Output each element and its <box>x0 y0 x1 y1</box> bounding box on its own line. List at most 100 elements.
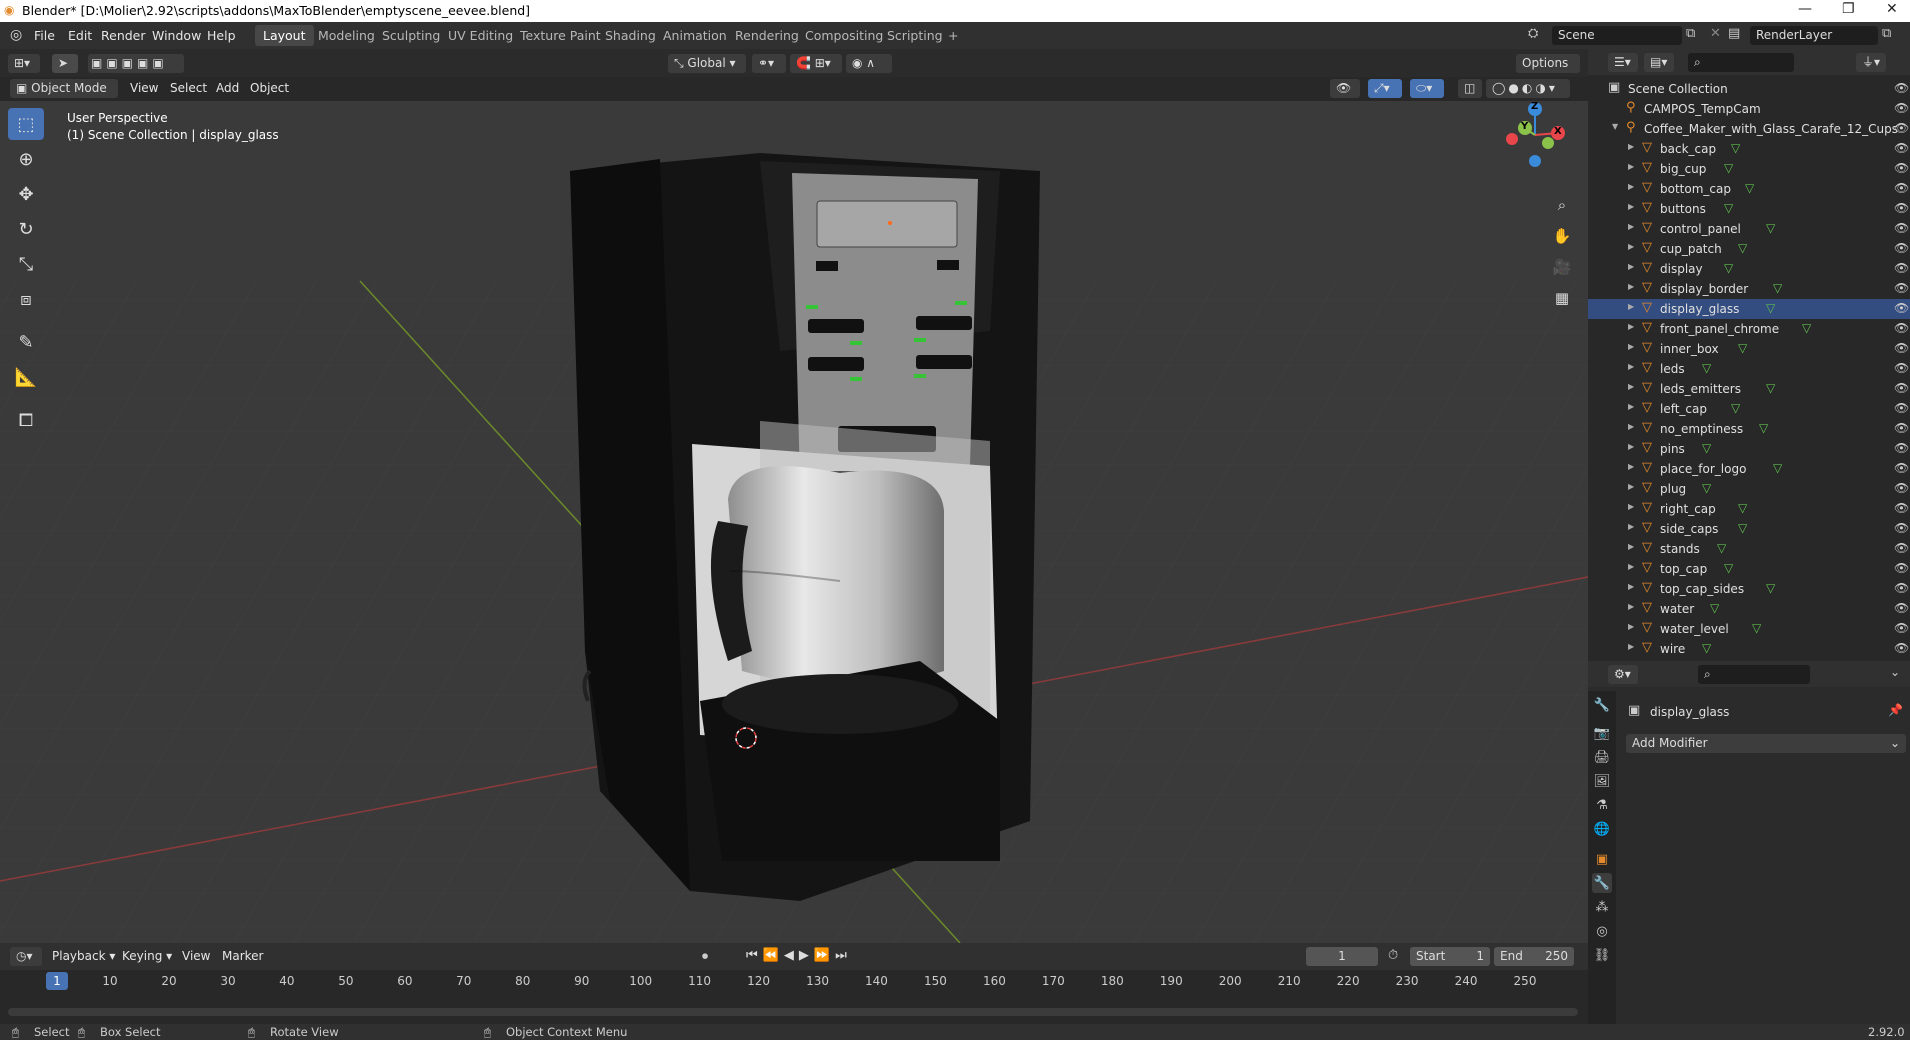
outliner-item-no-emptiness[interactable]: ▶ ▽ no_emptiness ▽ 👁 <box>1588 419 1910 439</box>
camera-view-icon[interactable]: 🎥 <box>1549 254 1575 280</box>
display-mode-dropdown[interactable]: ▤▾ <box>1644 53 1674 72</box>
select-tool-icon[interactable]: ➤ <box>52 54 78 73</box>
expand-arrow-icon[interactable]: ▶ <box>1628 362 1634 371</box>
new-view-layer-icon[interactable]: ⧉ <box>1882 26 1891 41</box>
viewport-menu-object[interactable]: Object <box>250 81 289 95</box>
render-tab-icon[interactable]: 📷 <box>1592 723 1612 743</box>
mesh-data-icon[interactable]: ▽ <box>1766 381 1775 395</box>
tab-compositing[interactable]: Compositing <box>797 25 891 46</box>
timeline-menu-marker[interactable]: Marker <box>222 949 263 963</box>
particles-tab-icon[interactable]: ⁂ <box>1592 897 1612 917</box>
tab-layout[interactable]: Layout <box>255 25 314 46</box>
mesh-data-icon[interactable]: ▽ <box>1702 441 1711 455</box>
tab-uv-editing[interactable]: UV Editing <box>440 25 521 46</box>
expand-arrow-icon[interactable]: ▶ <box>1628 142 1634 151</box>
viewport-menu-select[interactable]: Select <box>170 81 207 95</box>
timeline-menu-keying[interactable]: Keying ▾ <box>122 949 172 963</box>
mesh-data-icon[interactable]: ▽ <box>1717 541 1726 555</box>
outliner-item-cup-patch[interactable]: ▶ ▽ cup_patch ▽ 👁 <box>1588 239 1910 259</box>
visibility-eye-icon[interactable]: 👁 <box>1894 581 1909 595</box>
visibility-eye-icon[interactable]: 👁 <box>1894 541 1909 555</box>
mesh-data-icon[interactable]: ▽ <box>1766 221 1775 235</box>
expand-arrow-icon[interactable]: ▼ <box>1612 122 1618 131</box>
outliner-item-big-cup[interactable]: ▶ ▽ big_cup ▽ 👁 <box>1588 159 1910 179</box>
expand-arrow-icon[interactable]: ▶ <box>1628 222 1634 231</box>
start-frame-field[interactable]: Start 1 <box>1410 947 1490 966</box>
mesh-data-icon[interactable]: ▽ <box>1738 521 1747 535</box>
properties-search-input[interactable]: ⌕ <box>1698 665 1810 684</box>
record-icon[interactable]: ⏺ <box>702 949 708 964</box>
outliner-item-leds-emitters[interactable]: ▶ ▽ leds_emitters ▽ 👁 <box>1588 379 1910 399</box>
outliner-item-left-cap[interactable]: ▶ ▽ left_cap ▽ 👁 <box>1588 399 1910 419</box>
move-tool-icon[interactable]: ✥ <box>8 178 44 210</box>
expand-arrow-icon[interactable]: ▶ <box>1628 622 1634 631</box>
timeline-menu-playback[interactable]: Playback ▾ <box>52 949 115 963</box>
outliner-item-inner-box[interactable]: ▶ ▽ inner_box ▽ 👁 <box>1588 339 1910 359</box>
select-box-tool-icon[interactable]: ⬚ <box>8 108 44 140</box>
mesh-data-icon[interactable]: ▽ <box>1752 621 1761 635</box>
chevron-down-icon[interactable]: ⌄ <box>1890 665 1900 679</box>
maximize-button[interactable]: ❐ <box>1842 1 1855 17</box>
visibility-eye-icon[interactable]: 👁 <box>1894 301 1909 315</box>
add-cube-tool-icon[interactable]: ⧠ <box>8 404 44 436</box>
visibility-eye-icon[interactable]: 👁 <box>1894 241 1909 255</box>
menu-help[interactable]: Help <box>207 28 236 43</box>
end-frame-field[interactable]: End 250 <box>1494 947 1574 966</box>
outliner-item-camera[interactable]: ⚲ CAMPOS_TempCam 👁 <box>1588 99 1910 119</box>
visibility-eye-icon[interactable]: 👁 <box>1894 401 1909 415</box>
outliner-item-control-panel[interactable]: ▶ ▽ control_panel ▽ 👁 <box>1588 219 1910 239</box>
outliner-item-place-for-logo[interactable]: ▶ ▽ place_for_logo ▽ 👁 <box>1588 459 1910 479</box>
visibility-eye-icon[interactable]: 👁 <box>1894 601 1909 615</box>
expand-arrow-icon[interactable]: ▶ <box>1628 162 1634 171</box>
pin-icon[interactable]: 📌 <box>1888 703 1903 717</box>
current-frame-field[interactable]: 1 <box>1306 947 1378 966</box>
expand-arrow-icon[interactable]: ▶ <box>1628 282 1634 291</box>
visibility-eye-icon[interactable]: 👁 <box>1894 561 1909 575</box>
overlay-toggle[interactable]: ⬭▾ <box>1410 79 1444 98</box>
expand-arrow-icon[interactable]: ▶ <box>1628 642 1634 651</box>
menu-render[interactable]: Render <box>101 28 146 43</box>
properties-editor-type[interactable]: ⚙▾ <box>1608 665 1638 684</box>
object-tab-icon[interactable]: ▣ <box>1592 849 1612 869</box>
outliner-item-front-panel-chrome[interactable]: ▶ ▽ front_panel_chrome ▽ 👁 <box>1588 319 1910 339</box>
preview-range-icon[interactable]: ⏱ <box>1388 948 1398 963</box>
3d-viewport[interactable]: User Perspective (1) Scene Collection | … <box>0 101 1588 943</box>
tool-tab-icon[interactable]: 🔧 <box>1592 695 1612 715</box>
visibility-eye-icon[interactable]: 👁 <box>1894 81 1909 95</box>
outliner-item-plug[interactable]: ▶ ▽ plug ▽ 👁 <box>1588 479 1910 499</box>
expand-arrow-icon[interactable]: ▶ <box>1628 202 1634 211</box>
tab-animation[interactable]: Animation <box>655 25 735 46</box>
modifier-tab-icon[interactable]: 🔧 <box>1592 873 1612 893</box>
visibility-eye-icon[interactable]: 👁 <box>1894 501 1909 515</box>
rotate-tool-icon[interactable]: ↻ <box>8 213 44 245</box>
mesh-data-icon[interactable]: ▽ <box>1766 301 1775 315</box>
scene-selector[interactable]: Scene <box>1552 26 1682 45</box>
mesh-data-icon[interactable]: ▽ <box>1738 501 1747 515</box>
visibility-eye-icon[interactable]: 👁 <box>1894 421 1909 435</box>
menu-window[interactable]: Window <box>152 28 201 43</box>
expand-arrow-icon[interactable]: ▶ <box>1628 302 1634 311</box>
expand-arrow-icon[interactable]: ▶ <box>1628 242 1634 251</box>
constraints-tab-icon[interactable]: ⛓ <box>1592 945 1612 965</box>
timeline-area[interactable]: 1 10 20 30 40 50 60 70 80 90 100 110 120 130 140 150 160… <box>0 970 1588 1024</box>
timeline-scrollbar[interactable] <box>8 1008 1578 1016</box>
visibility-eye-icon[interactable]: 👁 <box>1894 641 1909 655</box>
visibility-eye-icon[interactable]: 👁 <box>1894 121 1909 135</box>
outliner-item-right-cap[interactable]: ▶ ▽ right_cap ▽ 👁 <box>1588 499 1910 519</box>
mesh-data-icon[interactable]: ▽ <box>1724 161 1733 175</box>
expand-arrow-icon[interactable]: ▶ <box>1628 582 1634 591</box>
visibility-eye-icon[interactable]: 👁 <box>1894 101 1909 115</box>
mesh-data-icon[interactable]: ▽ <box>1738 341 1747 355</box>
outliner-item-stands[interactable]: ▶ ▽ stands ▽ 👁 <box>1588 539 1910 559</box>
blender-menu-icon[interactable]: ◎ <box>10 27 22 43</box>
mesh-data-icon[interactable]: ▽ <box>1702 361 1711 375</box>
mesh-data-icon[interactable]: ▽ <box>1731 401 1740 415</box>
close-button[interactable]: ✕ <box>1886 1 1898 17</box>
expand-arrow-icon[interactable]: ▶ <box>1628 502 1634 511</box>
scale-tool-icon[interactable]: ⤡ <box>8 248 44 280</box>
outliner-item-group[interactable]: ▼ ⚲ Coffee_Maker_with_Glass_Carafe_12_Cups… <box>1588 119 1910 139</box>
visibility-eye-icon[interactable]: 👁 <box>1894 361 1909 375</box>
timeline-menu-view[interactable]: View <box>182 949 210 963</box>
visibility-eye-icon[interactable]: 👁 <box>1894 221 1909 235</box>
outliner-item-back-cap[interactable]: ▶ ▽ back_cap ▽ 👁 <box>1588 139 1910 159</box>
